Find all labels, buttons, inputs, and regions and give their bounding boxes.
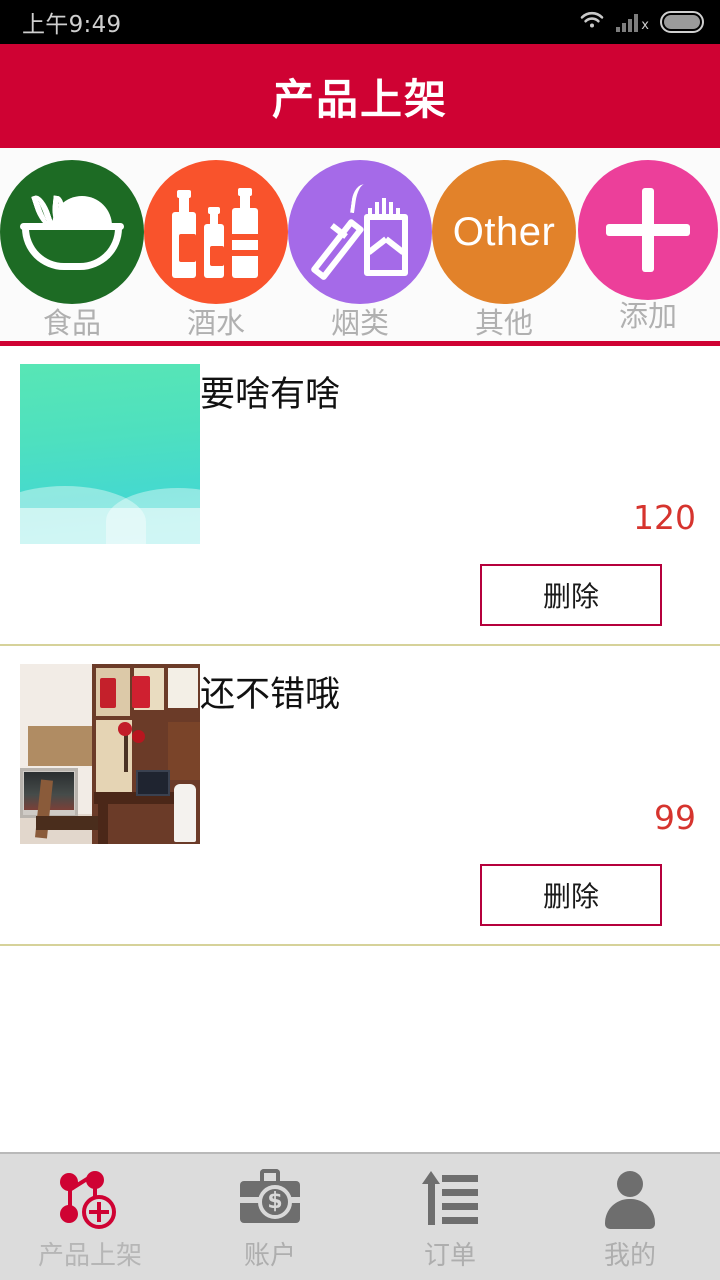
product-title: 要啥有啥 <box>200 374 341 414</box>
category-circle-tobacco[interactable] <box>288 160 432 304</box>
category-item-other[interactable]: Other 其他 <box>432 160 576 341</box>
mint-gradient-wave-image <box>20 363 200 544</box>
plus-icon <box>606 188 690 272</box>
product-listing-icon <box>58 1169 122 1231</box>
nav-label-product-listing: 产品上架 <box>37 1239 142 1270</box>
user-profile-icon <box>598 1169 662 1231</box>
food-bowl-icon <box>20 192 124 270</box>
cigarette-icon <box>310 182 410 282</box>
category-item-tobacco[interactable]: 烟类 <box>288 160 432 341</box>
order-list-icon <box>418 1169 482 1231</box>
bottles-icon <box>170 186 262 278</box>
category-circle-food[interactable] <box>0 160 144 304</box>
status-bar-clock: 上午9:49 <box>22 12 122 38</box>
bottom-navigation: 产品上架 $ 账户 订单 我的 <box>0 1152 720 1280</box>
category-label-other: 其他 <box>474 308 533 340</box>
product-list[interactable]: 要啥有啥 120 删除 还不错哦 99 删除 <box>0 345 720 1152</box>
product-price: 120 <box>633 497 696 537</box>
product-thumbnail[interactable] <box>20 663 200 844</box>
category-circle-add[interactable] <box>578 160 718 300</box>
category-label-drinks: 酒水 <box>186 308 245 340</box>
app-header: 产品上架 <box>0 44 720 148</box>
signal-no-service-badge: x <box>641 18 649 33</box>
nav-label-orders: 订单 <box>423 1239 476 1270</box>
nav-item-account[interactable]: $ 账户 <box>180 1154 360 1280</box>
wifi-icon <box>579 10 605 35</box>
status-bar-icons: x <box>579 10 704 35</box>
category-label-add: 添加 <box>618 301 677 333</box>
category-label-food: 食品 <box>42 308 101 340</box>
category-circle-other[interactable]: Other <box>432 160 576 304</box>
nav-label-account: 账户 <box>243 1239 296 1270</box>
nav-item-profile[interactable]: 我的 <box>540 1154 720 1280</box>
category-item-food[interactable]: 食品 <box>0 160 144 341</box>
other-text-icon: Other <box>452 209 556 254</box>
nav-label-profile: 我的 <box>603 1239 656 1270</box>
delete-button[interactable]: 删除 <box>480 863 662 926</box>
product-price: 99 <box>654 797 696 837</box>
product-row[interactable]: 还不错哦 99 删除 <box>0 646 720 946</box>
battery-icon <box>660 11 704 33</box>
signal-icon: x <box>616 12 649 32</box>
nav-item-product-listing[interactable]: 产品上架 <box>0 1154 180 1280</box>
page-title: 产品上架 <box>271 75 448 123</box>
category-item-add[interactable]: 添加 <box>576 160 720 334</box>
app-screen: 上午9:49 x 产品上架 食品 酒水 烟类 Other 其他 添加 要啥有啥 … <box>0 0 720 1280</box>
product-thumbnail[interactable] <box>20 363 200 544</box>
category-circle-drinks[interactable] <box>144 160 288 304</box>
product-row[interactable]: 要啥有啥 120 删除 <box>0 346 720 646</box>
category-strip: 食品 酒水 烟类 Other 其他 添加 <box>0 148 720 346</box>
furniture-room-photo <box>20 663 200 844</box>
category-label-tobacco: 烟类 <box>330 308 389 340</box>
product-title: 还不错哦 <box>200 674 341 714</box>
briefcase-dollar-icon: $ <box>238 1168 302 1231</box>
category-item-drinks[interactable]: 酒水 <box>144 160 288 341</box>
status-bar: 上午9:49 x <box>0 0 720 44</box>
delete-button[interactable]: 删除 <box>480 563 662 626</box>
nav-item-orders[interactable]: 订单 <box>360 1154 540 1280</box>
